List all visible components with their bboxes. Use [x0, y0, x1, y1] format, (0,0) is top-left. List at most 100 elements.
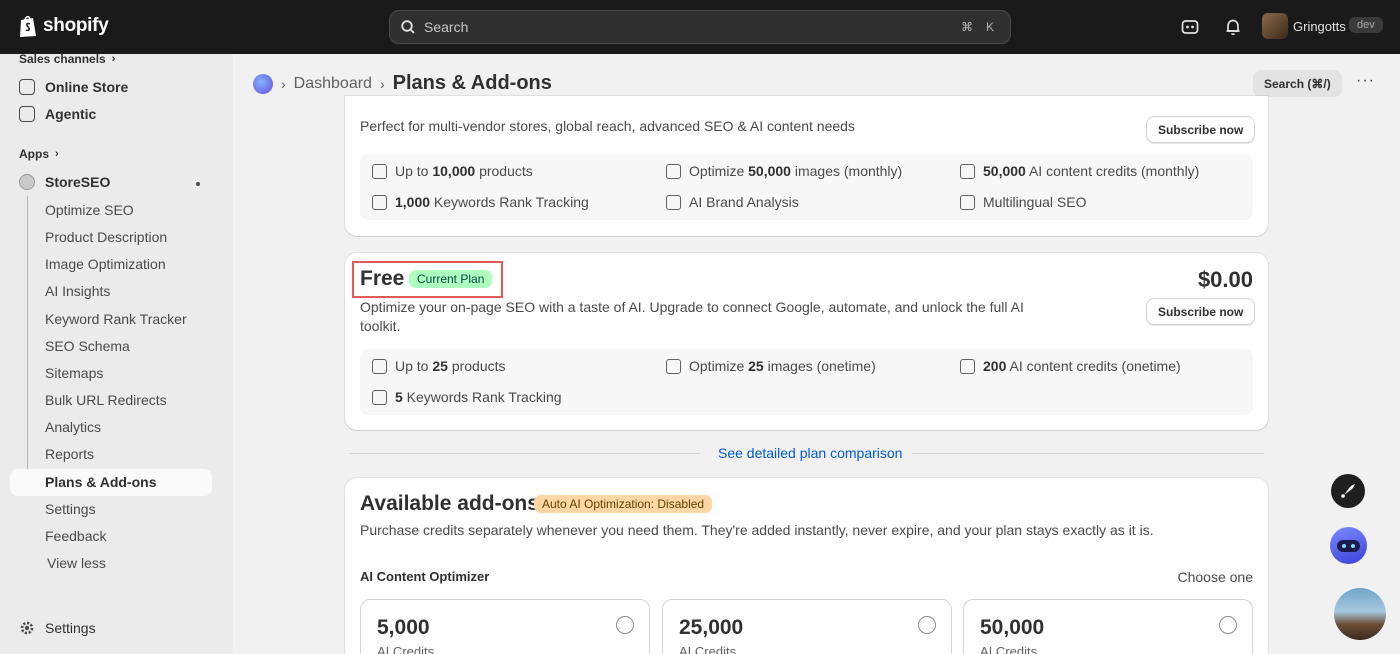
image-icon [666, 358, 681, 374]
sidebar-apps[interactable]: Apps › [19, 147, 59, 161]
sidebar-item-plans-addons[interactable]: Plans & Add-ons [45, 474, 157, 490]
plan-description: Perfect for multi-vendor stores, global … [360, 118, 855, 134]
sidebar-item-image-optimization[interactable]: Image Optimization [45, 256, 166, 272]
divider-right [912, 453, 1264, 454]
page-title: Plans & Add-ons [392, 72, 552, 94]
plan-price: $0.00 [1197, 267, 1253, 292]
sidebar-item-settings-app[interactable]: Settings [45, 501, 96, 517]
sidebar-sales-channels[interactable]: Sales channels › [19, 52, 115, 66]
store-name[interactable]: Gringotts [1293, 19, 1346, 34]
chevron-right-icon: › [379, 75, 385, 92]
option-value: 50,000 [980, 616, 1045, 639]
sidebar-item-feedback[interactable]: Feedback [45, 528, 106, 544]
option-value: 5,000 [377, 616, 430, 639]
language-icon [960, 194, 975, 210]
radio-button[interactable] [1219, 616, 1237, 634]
sidebar-item-storeseo[interactable]: StoreSEO [19, 174, 110, 190]
agentic-label: Agentic [45, 106, 97, 122]
credit-option-5000[interactable]: 5,000 AI Credits [360, 599, 650, 654]
storeseo-app-icon [19, 174, 35, 190]
storefront-icon [19, 79, 35, 95]
section-label: AI Content Optimizer [360, 569, 490, 584]
feature-products: Up to 10,000 products [372, 163, 533, 179]
addons-title: Available add-ons [360, 492, 539, 515]
plan-description-line2: toolkit. [360, 318, 401, 334]
feature-ai-credits: 50,000 AI content credits (monthly) [960, 163, 1199, 179]
sidebar-item-ai-insights[interactable]: AI Insights [45, 283, 110, 299]
magic-icon [960, 163, 975, 179]
shortcut-k: K [985, 20, 994, 34]
sidebar-item-seo-schema[interactable]: SEO Schema [45, 338, 130, 354]
credit-option-50000[interactable]: 50,000 AI Credits [963, 599, 1253, 654]
top-bar: shopify Search ⌘ K Gringotts dev [0, 0, 1400, 54]
settings-label: Settings [45, 620, 96, 636]
search-icon [401, 20, 415, 34]
option-unit: AI Credits [377, 644, 435, 654]
chart-icon [372, 194, 387, 210]
apps-label: Apps [19, 147, 49, 161]
plan-card-top: Perfect for multi-vendor stores, global … [345, 96, 1268, 236]
sidebar-item-settings[interactable]: Settings [19, 620, 96, 636]
image-icon [666, 194, 681, 210]
global-search-input[interactable]: Search ⌘ K [389, 10, 1011, 44]
radio-button[interactable] [918, 616, 936, 634]
sidebar-item-online-store[interactable]: Online Store [19, 79, 128, 95]
more-dot-icon[interactable] [196, 182, 200, 186]
breadcrumb-dashboard[interactable]: Dashboard [294, 75, 372, 93]
plan-features: Up to 25 products Optimize 25 images (on… [360, 349, 1253, 415]
addons-description: Purchase credits separately whenever you… [360, 522, 1154, 538]
view-less-link[interactable]: View less [47, 555, 106, 571]
feature-brand-analysis: AI Brand Analysis [666, 194, 799, 210]
subscribe-button[interactable]: Subscribe now [1146, 116, 1256, 143]
product-icon [372, 163, 387, 179]
header-search-button[interactable]: Search (⌘/) [1253, 70, 1342, 97]
option-unit: AI Credits [679, 644, 737, 654]
sidebar-item-agentic[interactable]: Agentic [19, 106, 96, 122]
feature-images: Optimize 50,000 images (monthly) [666, 163, 902, 179]
chatbot-fab-icon[interactable] [1330, 527, 1367, 564]
subscribe-button[interactable]: Subscribe now [1146, 298, 1256, 325]
plan-description-line1: Optimize your on-page SEO with a taste o… [360, 299, 1024, 315]
sales-channels-label: Sales channels [19, 52, 106, 66]
rocket-icon [1341, 484, 1355, 498]
store-avatar[interactable] [1262, 13, 1288, 39]
feature-rank-tracking: 5 Keywords Rank Tracking [372, 389, 562, 405]
auto-optimization-badge: Auto AI Optimization: Disabled [534, 495, 713, 513]
breadcrumb: › Dashboard › Plans & Add-ons [253, 72, 552, 95]
shopify-logo[interactable]: shopify [18, 14, 109, 38]
option-value: 25,000 [679, 616, 744, 639]
robot-icon [1337, 540, 1360, 552]
magic-icon [960, 358, 975, 374]
shopify-bag-icon [20, 15, 36, 37]
feature-multilingual: Multilingual SEO [960, 194, 1087, 210]
sidebar-item-keyword-rank-tracker[interactable]: Keyword Rank Tracker [45, 311, 187, 327]
store-icon[interactable] [1180, 17, 1200, 37]
sidebar-item-reports[interactable]: Reports [45, 446, 94, 462]
plan-card-free: Free Current Plan $0.00 Optimize your on… [345, 253, 1268, 430]
product-icon [372, 358, 387, 374]
credit-option-25000[interactable]: 25,000 AI Credits [662, 599, 952, 654]
feature-rank-tracking: 1,000 Keywords Rank Tracking [372, 194, 589, 210]
plan-comparison-link[interactable]: See detailed plan comparison [718, 445, 902, 461]
agentic-icon [19, 106, 35, 122]
rocket-fab-icon[interactable] [1331, 474, 1365, 508]
radio-button[interactable] [616, 616, 634, 634]
tree-line [27, 196, 28, 486]
more-actions-icon[interactable]: ··· [1356, 72, 1375, 90]
bell-icon[interactable] [1223, 17, 1243, 37]
search-placeholder: Search [424, 19, 469, 35]
feature-images: Optimize 25 images (onetime) [666, 358, 876, 374]
support-agent-avatar[interactable] [1334, 588, 1386, 640]
sidebar-item-optimize-seo[interactable]: Optimize SEO [45, 202, 134, 218]
addons-card: Available add-ons Auto AI Optimization: … [345, 478, 1268, 654]
sidebar-item-bulk-url-redirects[interactable]: Bulk URL Redirects [45, 392, 167, 408]
sidebar-item-product-description[interactable]: Product Description [45, 229, 167, 245]
sidebar-item-analytics[interactable]: Analytics [45, 419, 101, 435]
feature-products: Up to 25 products [372, 358, 506, 374]
highlight-box [352, 261, 503, 298]
chevron-right-icon: › [55, 148, 59, 160]
sidebar-item-sitemaps[interactable]: Sitemaps [45, 365, 103, 381]
plan-features: Up to 10,000 products Optimize 50,000 im… [360, 154, 1253, 220]
chart-icon [372, 389, 387, 405]
dev-badge: dev [1349, 17, 1383, 33]
